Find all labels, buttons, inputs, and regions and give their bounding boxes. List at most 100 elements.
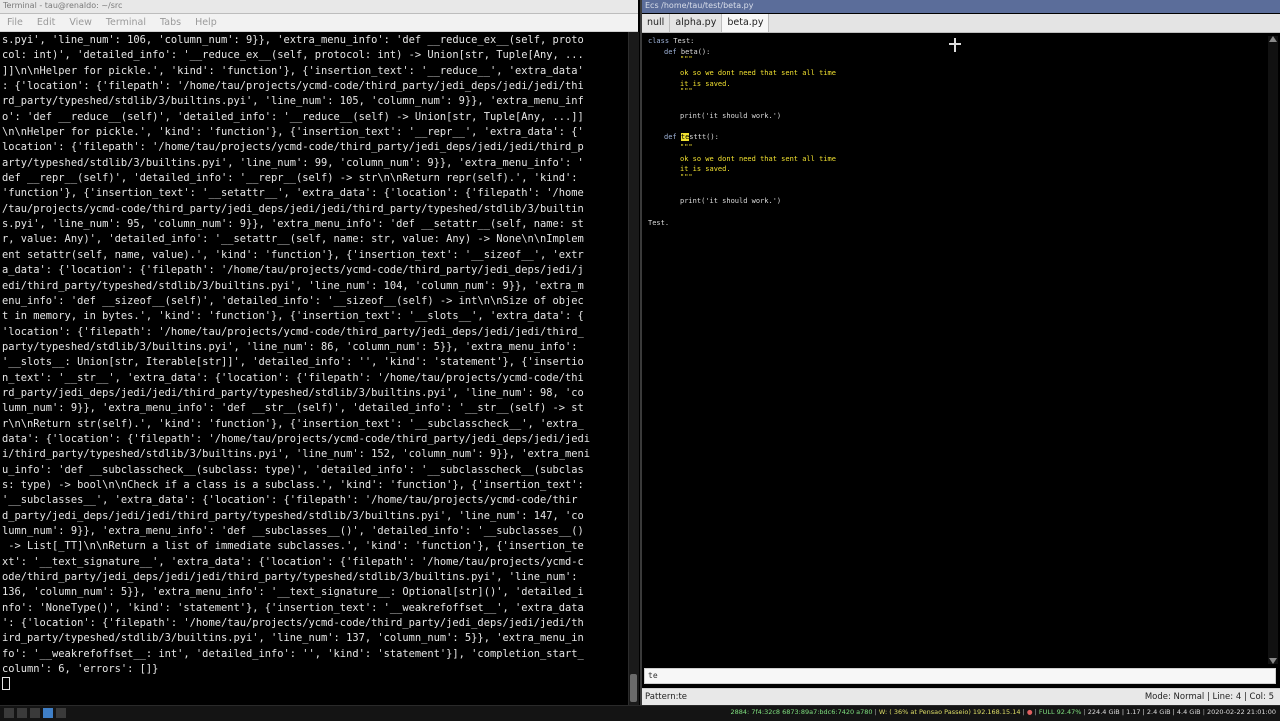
code-docstring: """ [680,143,693,151]
terminal-line: t in memory, in bytes.', 'kind': 'functi… [2,310,584,323]
terminal-line: r, value: Any)', 'detailed_info': '__set… [2,233,584,246]
terminal-line: arty/typeshed/stdlib/3/builtins.pyi', 'l… [2,156,584,169]
terminal-title: Terminal - tau@renaldo: ~/src [3,1,123,10]
editor-window[interactable]: Ecs /home/tau/test/beta.py null alpha.py… [640,0,1280,705]
status-mode-position: Mode: Normal | Line: 4 | Col: 5 [1144,692,1274,702]
workspace-4[interactable] [43,708,53,718]
code-text: Test. [648,219,670,227]
workspace-3[interactable] [30,708,40,718]
code-text: print('it should work.') [680,112,782,120]
terminal-line: /tau/projects/ycmd-code/third_party/jedi… [2,202,584,215]
terminal-menu-bar: File Edit View Terminal Tabs Help [0,14,638,32]
terminal-line: col: int)', 'detailed_info': '__reduce_e… [2,49,584,62]
tray-wifi: W: ( 36% at Pensao Passeio) 192.168.15.1… [878,708,1021,716]
terminal-title-bar: Terminal - tau@renaldo: ~/src [0,0,638,14]
terminal-line: nfo': 'NoneType()', 'kind': 'statement'}… [2,601,584,614]
menu-terminal[interactable]: Terminal [99,17,153,28]
terminal-line: d_party/jedi_deps/jedi/jedi/third_party/… [2,509,584,522]
code-line: """ [680,54,693,64]
command-input[interactable]: te [644,668,1276,684]
code-docstring: """ [680,55,693,63]
terminal-line: 'function'}, {'insertion_text': '__setat… [2,187,584,200]
terminal-line: ent setattr(self, name, value).', 'kind'… [2,248,584,261]
terminal-line: ode/third_party/jedi_deps/jedi/jedi/thir… [2,571,578,584]
terminal-scrollbar[interactable] [628,32,639,705]
terminal-line: lumn_num': 9}}, 'extra_menu_info': 'def … [2,402,584,415]
terminal-line: -> List[_TT]\n\nReturn a list of immedia… [2,540,584,553]
terminal-line: lumn_num': 9}}, 'extra_menu_info': 'def … [2,525,584,537]
terminal-line: '__subclasses__', 'extra_data': {'locati… [2,494,578,507]
terminal-cursor [2,677,10,690]
menu-view[interactable]: View [62,17,99,28]
workspace-5[interactable] [56,708,66,718]
code-text: print('it should work.') [680,197,782,205]
scroll-down-arrow-icon[interactable] [1269,658,1277,664]
taskbar: 2884: 7f4:32c8 6873:89a7:bdc6:7420 a780 … [0,705,1280,721]
code-docstring: ok so we dont need that sent all time [680,69,836,77]
terminal-line: u_info': 'def __subclasscheck__(subclass… [2,463,584,476]
editor-tab-bar: null alpha.py beta.py [642,14,1280,33]
code-line: ok so we dont need that sent all time [680,68,836,78]
tray-memory: 224.4 GiB | 1.17 | 2.4 GiB | 4.4 GiB [1087,708,1201,716]
code-identifier: Test: [673,37,695,45]
editor-status-bar: Pattern:te Mode: Normal | Line: 4 | Col:… [642,688,1280,705]
tray-clock: 2020-02-22 21:01:00 [1206,708,1276,716]
code-line: class Test: [648,36,694,46]
terminal-line: rd_party/typeshed/stdlib/3/builtins.pyi'… [2,95,584,108]
code-line: """ [680,172,693,182]
terminal-line: data': {'location': {'filepath': '/home/… [2,432,591,445]
terminal-line: location': {'filepath': '/home/tau/proje… [2,141,584,154]
terminal-line: enu_info': 'def __sizeof__(self)', 'deta… [2,294,584,307]
tray-battery: FULL 92.47% [1038,708,1082,716]
terminal-line: : {'location': {'filepath': '/home/tau/p… [2,80,584,93]
terminal-line: xt': '__text_signature__', 'extra_data':… [2,555,584,568]
tab-alpha-py[interactable]: alpha.py [670,14,723,32]
code-keyword: def [664,48,681,56]
terminal-line: 'location': {'filepath': '/home/tau/proj… [2,325,584,338]
menu-help[interactable]: Help [188,17,224,28]
code-line: def testtt(): [664,132,719,142]
terminal-line: \n\nHelper for pickle.', 'kind': 'functi… [2,126,584,139]
terminal-line: rd_party/jedi_deps/jedi/jedi/third_party… [2,386,584,399]
code-line: """ [680,86,693,96]
menu-tabs[interactable]: Tabs [153,17,188,28]
terminal-line: edi/third_party/typeshed/stdlib/3/builti… [2,279,584,292]
terminal-line: column': 6, 'errors': []} [2,663,159,676]
workspace-2[interactable] [17,708,27,718]
tray-warning-icon: ● [1026,708,1033,716]
terminal-line: n_text': '__str__', 'extra_data': {'loca… [2,371,584,384]
status-tray: 2884: 7f4:32c8 6873:89a7:bdc6:7420 a780 … [730,708,1276,716]
code-line: Test. [648,218,669,228]
code-keyword: class [648,37,674,45]
terminal-line: fo': '__weakrefoffset__: int', 'detailed… [2,647,584,660]
code-line: print('it should work.') [680,196,781,206]
editor-title: Ecs /home/tau/test/beta.py [645,1,754,10]
code-docstring: """ [680,173,693,181]
terminal-scroll-thumb[interactable] [630,674,637,702]
terminal-line: s.pyi', 'line_num': 106, 'column_num': 9… [2,34,584,46]
terminal-line: s: type) -> bool\n\nCheck if a class is … [2,478,584,491]
editor-scrollbar[interactable] [1268,36,1278,664]
terminal-window[interactable]: Terminal - tau@renaldo: ~/src File Edit … [0,0,639,705]
tab-null[interactable]: null [642,14,671,32]
terminal-line: r\n\nReturn str(self).', 'kind': 'functi… [2,417,584,430]
code-area[interactable]: class Test: def beta(): """ ok so we dont n… [648,36,1268,656]
code-line: ok so we dont need that sent all time [680,154,836,164]
code-docstring: ok so we dont need that sent all time [680,155,836,163]
tab-beta-py[interactable]: beta.py [722,14,770,32]
status-pattern: Pattern:te [645,692,688,702]
terminal-line: s.pyi', 'line_num': 95, 'column_num': 9}… [2,218,584,231]
code-line: print('it should work.') [680,111,781,121]
mouse-pointer-icon [949,38,961,52]
workspace-1[interactable] [4,708,14,718]
editor-title-bar: Ecs /home/tau/test/beta.py [642,0,1280,13]
scroll-up-arrow-icon[interactable] [1269,36,1277,42]
terminal-line: party/typeshed/stdlib/3/builtins.pyi', '… [2,340,578,353]
terminal-line: 136, 'column_num': 5}}, 'extra_menu_info… [2,586,584,599]
menu-file[interactable]: File [0,17,30,28]
terminal-line: ': {'location': {'filepath': '/home/tau/… [2,617,584,630]
terminal-output[interactable]: s.pyi', 'line_num': 106, 'column_num': 9… [2,33,624,683]
code-docstring: """ [680,87,693,95]
menu-edit[interactable]: Edit [30,17,62,28]
code-keyword: def [664,133,681,141]
